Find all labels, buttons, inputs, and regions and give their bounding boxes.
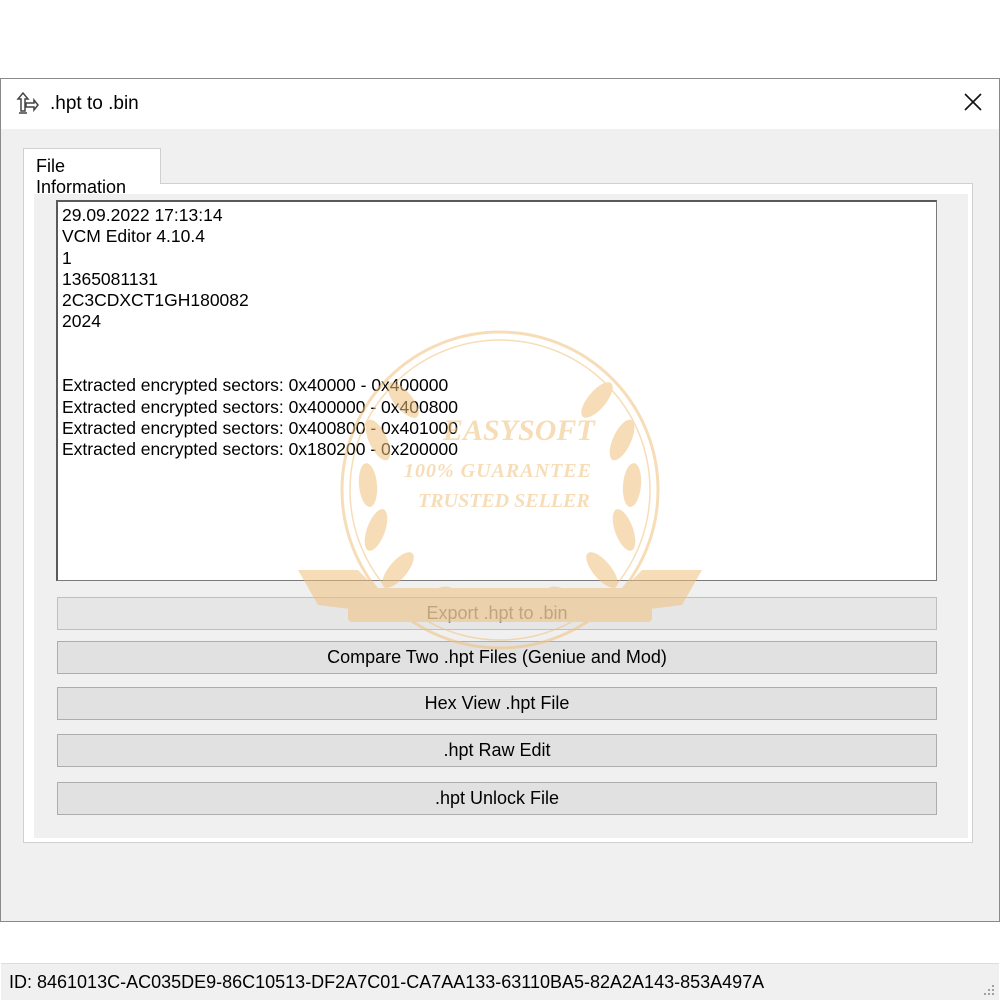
- hex-view-button[interactable]: Hex View .hpt File: [57, 687, 937, 720]
- info-line: VCM Editor 4.10.4: [62, 226, 205, 247]
- info-line: 1365081131: [62, 268, 159, 289]
- raw-edit-button[interactable]: .hpt Raw Edit: [57, 734, 937, 767]
- tab-label: File Information: [36, 156, 127, 197]
- status-bar: ID: 8461013C-AC035DE9-86C10513-DF2A7C01-…: [1, 963, 999, 1000]
- info-line: Extracted encrypted sectors: 0x180200 - …: [62, 439, 458, 460]
- info-line: [58, 354, 936, 375]
- info-line: 2024: [62, 311, 101, 332]
- compare-hpt-files-button[interactable]: Compare Two .hpt Files (Geniue and Mod): [57, 641, 937, 674]
- resize-grip-icon[interactable]: [981, 982, 995, 996]
- info-line: Extracted encrypted sectors: 0x400000 - …: [62, 396, 458, 417]
- close-button[interactable]: [947, 79, 999, 129]
- info-line: Extracted encrypted sectors: 0x400800 - …: [62, 417, 458, 438]
- info-line: Extracted encrypted sectors: 0x40000 - 0…: [62, 375, 449, 396]
- unlock-file-button[interactable]: .hpt Unlock File: [57, 782, 937, 815]
- export-hpt-to-bin-button[interactable]: Export .hpt to .bin: [57, 597, 937, 630]
- convert-arrows-icon: [15, 91, 41, 117]
- close-icon: [963, 92, 983, 117]
- window-title: .hpt to .bin: [50, 93, 139, 114]
- info-line: 2C3CDXCT1GH180082: [62, 290, 249, 311]
- info-line: [58, 333, 936, 354]
- file-info-textbox[interactable]: 29.09.2022 17:13:14 VCM Editor 4.10.4 1 …: [56, 200, 937, 581]
- title-bar[interactable]: .hpt to .bin: [1, 79, 999, 129]
- tab-file-information[interactable]: File Information: [23, 148, 161, 197]
- info-line: 1: [62, 247, 72, 268]
- machine-id-text: ID: 8461013C-AC035DE9-86C10513-DF2A7C01-…: [9, 972, 765, 992]
- info-line: 29.09.2022 17:13:14: [62, 205, 223, 225]
